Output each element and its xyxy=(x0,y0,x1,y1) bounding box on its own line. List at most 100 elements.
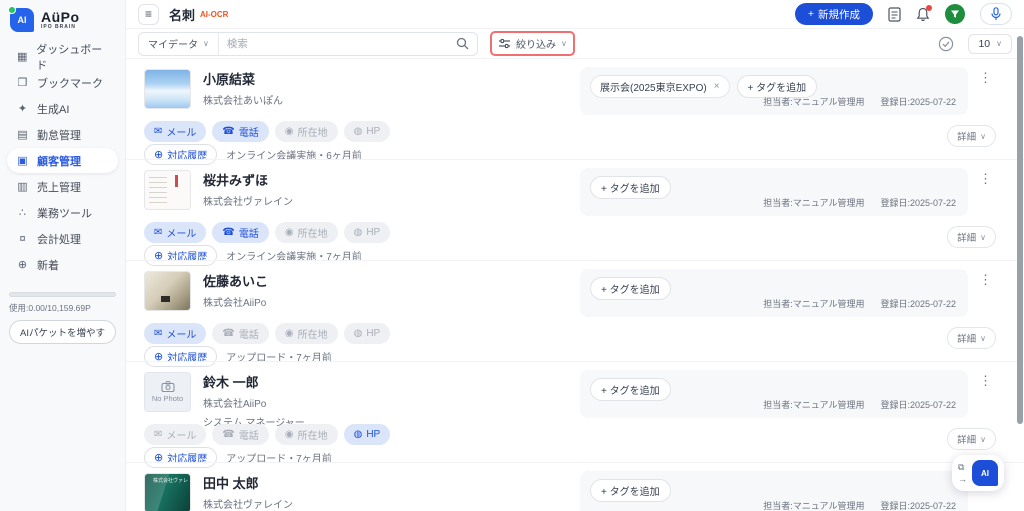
sidebar-item-attendance[interactable]: ▤ 勤怠管理 xyxy=(7,122,118,147)
sidebar-item-customer-management[interactable]: ▣ 顧客管理 xyxy=(7,148,118,173)
add-tag-button[interactable]: + タグを追加 xyxy=(590,378,671,401)
location-pin-icon: ◉ xyxy=(284,429,294,440)
user-avatar[interactable] xyxy=(945,4,965,24)
sidebar-item-business-tools[interactable]: ∴ 業務ツール xyxy=(7,200,118,225)
location-chip[interactable]: ◉ 所在地 xyxy=(274,222,338,243)
row-menu-button[interactable]: ⋮ xyxy=(979,172,992,185)
phone-chip[interactable]: ☎ 電話 xyxy=(212,222,269,243)
page-size-dropdown[interactable]: 10 ∨ xyxy=(968,33,1012,54)
chevron-down-icon: ∨ xyxy=(980,434,986,444)
owner-label: 担当者:マニュアル管理用 xyxy=(763,198,865,208)
phone-chip[interactable]: ☎ 電話 xyxy=(212,424,269,445)
csv-export-icon[interactable] xyxy=(888,6,901,22)
sidebar: AI AüPo IPO BRAIN ▦ ダッシュボード ❐ ブックマーク ✦ 生… xyxy=(0,0,126,511)
contact-row: No Photo 桜井みずほ 株式会社ヴァレイン ✉ メール ☎ 電話 ◉ 所在… xyxy=(126,159,1024,266)
business-card-thumbnail[interactable]: No Photo xyxy=(144,170,191,210)
open-external-icon[interactable]: ⧉ xyxy=(958,462,967,472)
brand-name: AüPo xyxy=(41,8,80,25)
tag-chip[interactable]: 展示会(2025東京EXPO) × xyxy=(590,75,730,98)
owner-label: 担当者:マニュアル管理用 xyxy=(763,400,865,410)
filter-button[interactable]: 絞り込み ∨ xyxy=(498,36,567,51)
mail-icon: ✉ xyxy=(154,227,163,238)
location-pin-icon: ◉ xyxy=(284,227,294,238)
mail-chip[interactable]: ✉ メール xyxy=(144,323,207,344)
row-menu-button[interactable]: ⋮ xyxy=(979,71,992,84)
sidebar-item-label: ダッシュボード xyxy=(36,43,103,72)
mail-chip[interactable]: ✉ メール xyxy=(144,222,207,243)
location-chip[interactable]: ◉ 所在地 xyxy=(274,424,338,445)
owner-label: 担当者:マニュアル管理用 xyxy=(763,97,865,107)
select-all-check-icon[interactable] xyxy=(938,36,954,52)
search-icon[interactable] xyxy=(448,37,477,50)
row-menu-button[interactable]: ⋮ xyxy=(979,374,992,387)
arrow-right-icon[interactable]: → xyxy=(958,474,967,484)
generative-ai-icon: ✦ xyxy=(17,103,28,115)
add-ai-packets-button[interactable]: AIパケットを増やす xyxy=(9,320,116,344)
channel-chips: ✉ メール ☎ 電話 ◉ 所在地 ◍ HP xyxy=(144,121,391,142)
sidebar-menu: ▦ ダッシュボード ❐ ブックマーク ✦ 生成AI ▤ 勤怠管理 ▣ 顧客管理 … xyxy=(0,38,125,284)
business-card-thumbnail[interactable]: No Photo xyxy=(144,69,191,109)
details-button[interactable]: 詳細 ∨ xyxy=(947,327,996,349)
location-chip[interactable]: ◉ 所在地 xyxy=(274,323,338,344)
notifications-bell-icon[interactable] xyxy=(916,4,932,22)
sidebar-item-bookmarks[interactable]: ❐ ブックマーク xyxy=(7,70,118,95)
details-button[interactable]: 詳細 ∨ xyxy=(947,226,996,248)
tag-remove-button[interactable]: × xyxy=(714,81,720,92)
phone-chip[interactable]: ☎ 電話 xyxy=(212,121,269,142)
search-input[interactable] xyxy=(218,37,448,50)
location-pin-icon: ◉ xyxy=(284,126,294,137)
phone-icon: ☎ xyxy=(222,328,235,339)
sliders-icon xyxy=(499,38,510,49)
business-card-thumbnail[interactable]: No Photo xyxy=(144,372,191,412)
sidebar-item-whats-new[interactable]: ⊕ 新着 xyxy=(7,252,118,277)
camera-icon xyxy=(160,381,175,392)
tag-panel: + タグを追加 担当者:マニュアル管理用 登録日:2025-07-22 xyxy=(580,168,968,216)
channel-chips: ✉ メール ☎ 電話 ◉ 所在地 ◍ HP xyxy=(144,424,391,445)
search-scope-dropdown[interactable]: マイデータ ∨ xyxy=(139,32,219,55)
mail-chip[interactable]: ✉ メール xyxy=(144,424,207,445)
create-new-button[interactable]: + 新規作成 xyxy=(794,3,873,25)
ai-assistant-button[interactable]: AI xyxy=(972,460,998,486)
add-tag-button[interactable]: + タグを追加 xyxy=(590,479,671,502)
vertical-scrollbar[interactable] xyxy=(1017,36,1023,424)
contact-name: 鈴木 一郎 xyxy=(203,375,259,390)
sidebar-item-dashboard[interactable]: ▦ ダッシュボード xyxy=(7,44,118,72)
sidebar-item-generative-ai[interactable]: ✦ 生成AI xyxy=(7,96,118,121)
add-tag-button[interactable]: + タグを追加 xyxy=(590,176,671,199)
owner-label: 担当者:マニュアル管理用 xyxy=(763,299,865,309)
brand-logo-icon: AI xyxy=(8,6,34,32)
add-tag-button[interactable]: + タグを追加 xyxy=(590,277,671,300)
website-chip[interactable]: ◍ HP xyxy=(343,424,391,445)
contact-company: 株式会社ヴァレイン xyxy=(203,500,293,511)
mail-icon: ✉ xyxy=(154,429,163,440)
contact-company: 株式会社AiiPo xyxy=(203,399,267,410)
contact-row: No Photo 田中 太郎 株式会社ヴァレイン ✉ メール ☎ 電話 ◉ 所在… xyxy=(126,462,1024,511)
location-pin-icon: ◉ xyxy=(284,328,294,339)
sidebar-item-label: 業務ツール xyxy=(37,207,92,220)
details-button[interactable]: 詳細 ∨ xyxy=(947,125,996,147)
sales-icon: ▥ xyxy=(17,181,28,193)
website-chip[interactable]: ◍ HP xyxy=(343,121,391,142)
sidebar-item-accounting[interactable]: ¤ 会計処理 xyxy=(7,226,118,251)
details-button[interactable]: 詳細 ∨ xyxy=(947,428,996,450)
mail-chip[interactable]: ✉ メール xyxy=(144,121,207,142)
chevron-down-icon: ∨ xyxy=(980,232,986,242)
website-chip[interactable]: ◍ HP xyxy=(343,222,391,243)
contact-list: No Photo 小原結菜 株式会社あいぽん ✉ メール ☎ 電話 ◉ 所在地 xyxy=(126,58,1024,511)
website-chip[interactable]: ◍ HP xyxy=(343,323,391,344)
usage-section: 使用:0.00/10,159.69P AIパケットを増やす xyxy=(0,284,125,344)
business-card-thumbnail[interactable]: No Photo xyxy=(144,271,191,311)
brand[interactable]: AI AüPo IPO BRAIN xyxy=(0,0,125,38)
filter-highlight-box: 絞り込み ∨ xyxy=(490,31,575,56)
globe-icon: ◍ xyxy=(353,328,363,339)
whats-new-icon: ⊕ xyxy=(17,259,28,271)
business-card-thumbnail[interactable]: No Photo xyxy=(144,473,191,511)
menu-toggle-button[interactable]: ≡ xyxy=(138,3,159,25)
phone-chip[interactable]: ☎ 電話 xyxy=(212,323,269,344)
sidebar-item-sales[interactable]: ▥ 売上管理 xyxy=(7,174,118,199)
location-chip[interactable]: ◉ 所在地 xyxy=(274,121,338,142)
chevron-down-icon: ∨ xyxy=(996,39,1002,48)
row-menu-button[interactable]: ⋮ xyxy=(979,273,992,286)
voice-input-button[interactable] xyxy=(980,3,1012,25)
main-area: ≡ 名刺 AI-OCR + 新規作成 マイデータ ∨ 検索 絞り込み ∨ 10 … xyxy=(126,0,1024,511)
